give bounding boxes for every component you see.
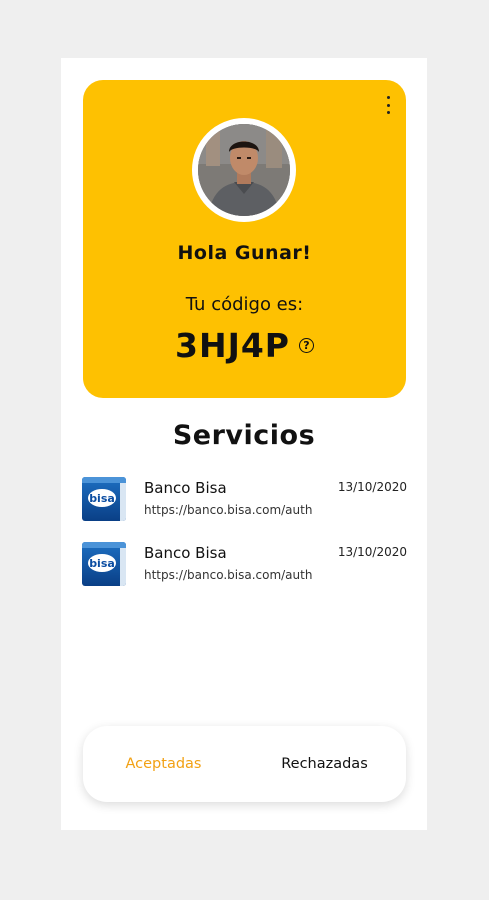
service-date: 13/10/2020 (337, 480, 407, 494)
code-row: 3HJ4P ? (83, 326, 406, 365)
greeting-text: Hola Gunar! (177, 242, 312, 264)
bank-logo-icon: bisa (82, 477, 126, 521)
bottom-tab-bar: Aceptadas Rechazadas (83, 726, 406, 802)
service-url: https://banco.bisa.com/auth (144, 503, 313, 517)
bank-logo-icon: bisa (82, 542, 126, 586)
service-url: https://banco.bisa.com/auth (144, 568, 313, 582)
service-date: 13/10/2020 (337, 545, 407, 559)
tab-accepted[interactable]: Aceptadas (83, 726, 244, 802)
service-name: Banco Bisa (144, 544, 227, 562)
question-circle-icon[interactable]: ? (299, 338, 314, 353)
svg-text:bisa: bisa (89, 492, 115, 505)
avatar (192, 118, 296, 222)
services-title: Servicios (172, 420, 316, 451)
app-screen: Hola Gunar! Tu código es: 3HJ4P ? Servic… (61, 58, 427, 830)
user-code: 3HJ4P (174, 326, 290, 365)
code-label: Tu código es: (185, 294, 304, 315)
more-vertical-icon[interactable] (384, 96, 392, 114)
tab-rejected[interactable]: Rechazadas (244, 726, 405, 802)
svg-text:bisa: bisa (89, 557, 115, 570)
service-item[interactable]: bisa Banco Bisa https://banco.bisa.com/a… (82, 542, 407, 586)
profile-card: Hola Gunar! Tu código es: 3HJ4P ? (83, 80, 406, 398)
service-item[interactable]: bisa Banco Bisa https://banco.bisa.com/a… (82, 477, 407, 521)
avatar-photo (198, 124, 290, 216)
service-name: Banco Bisa (144, 479, 227, 497)
